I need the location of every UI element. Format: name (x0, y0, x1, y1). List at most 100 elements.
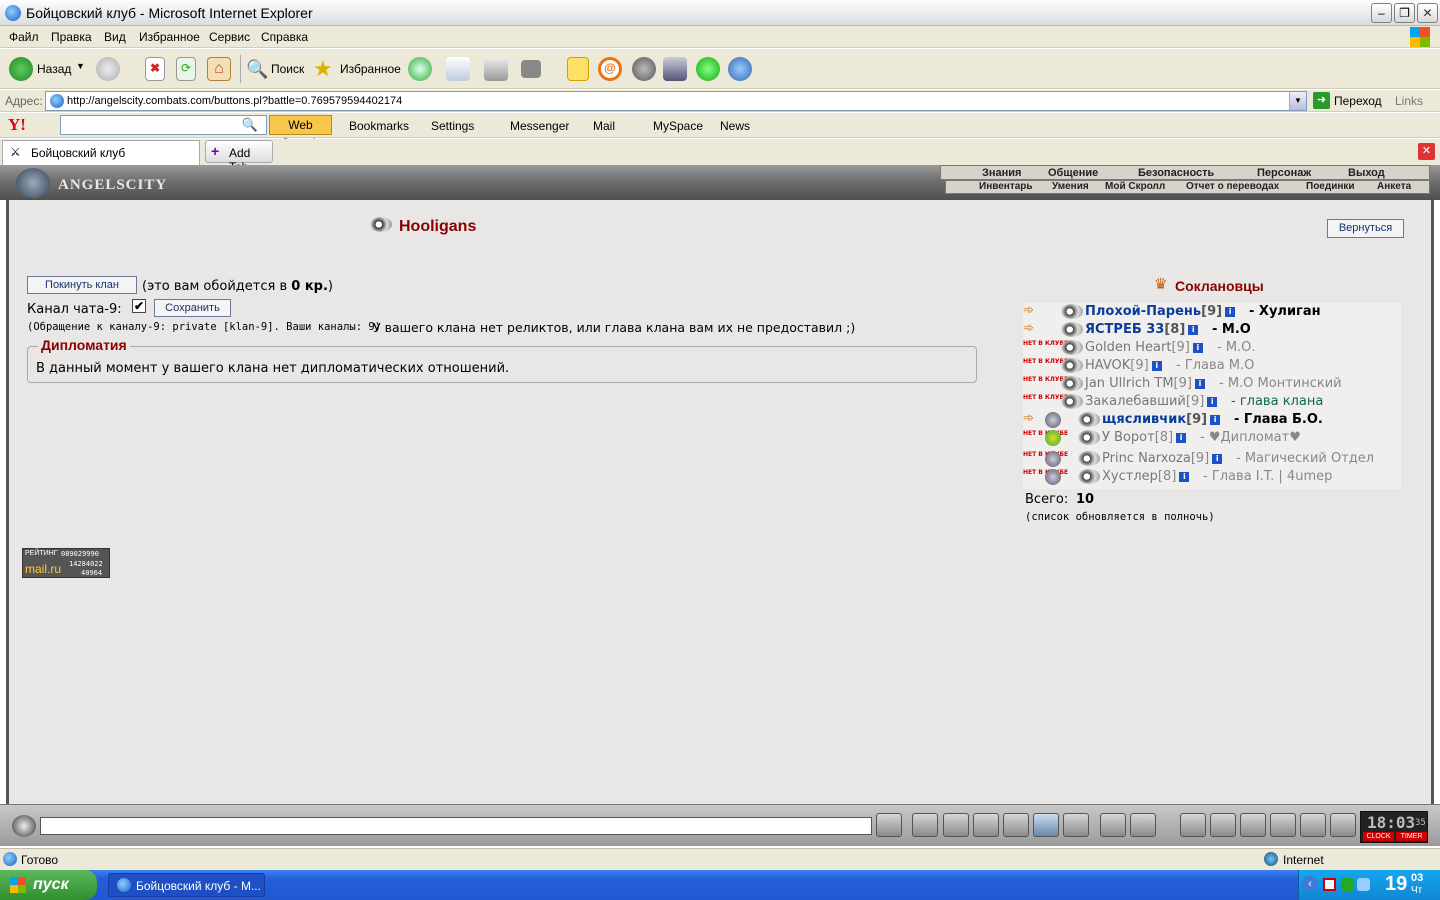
mailru-icon[interactable]: @ (598, 57, 622, 81)
links-label[interactable]: Links (1395, 94, 1423, 108)
edit-icon[interactable] (521, 60, 541, 78)
exit-icon[interactable] (1330, 813, 1356, 837)
back-dropdown-icon[interactable]: ▼ (76, 61, 85, 71)
smiley-icon[interactable] (1100, 813, 1126, 837)
menu-favorites[interactable]: Избранное (139, 30, 200, 44)
research-icon[interactable] (663, 57, 687, 81)
member-name[interactable]: Jan Ullrich TM[9] i (1085, 376, 1205, 391)
flag-icon[interactable] (1300, 813, 1326, 837)
percent-icon[interactable] (1033, 813, 1059, 837)
member-name[interactable]: У Ворот[8] i (1102, 430, 1187, 445)
timer-button[interactable]: TIMER (1396, 832, 1427, 841)
mailru-counter[interactable]: РЕЙТИНГ 089029990 mail.ru 14284022 40964 (22, 548, 110, 578)
messenger-icon[interactable] (728, 57, 752, 81)
member-name[interactable]: щясливчик[9] i (1102, 412, 1221, 427)
save-button[interactable]: Сохранить (154, 299, 231, 317)
nav-profile[interactable]: Анкета (1377, 181, 1411, 192)
info-icon[interactable]: i (1207, 397, 1218, 407)
address-input[interactable]: http://angelscity.combats.com/buttons.pl… (45, 91, 1307, 111)
add-tab-button[interactable]: + Add Tab (205, 140, 273, 174)
nav-security[interactable]: Безопасность (1138, 167, 1214, 179)
go-button[interactable]: Переход (1334, 94, 1382, 108)
messenger-button[interactable]: Messenger (510, 119, 569, 133)
bookmarks-button[interactable]: Bookmarks (349, 119, 409, 133)
chat-input[interactable] (40, 817, 872, 835)
taskbar-task-ie[interactable]: Бойцовский клуб - М... (108, 873, 265, 897)
info-icon[interactable]: i (1176, 433, 1187, 443)
mask-icon[interactable] (1240, 813, 1266, 837)
fighter-icon[interactable] (1003, 813, 1029, 837)
member-name[interactable]: HAVOK[9] i (1085, 358, 1162, 373)
nav-duels[interactable]: Поединки (1306, 181, 1355, 192)
nav-exit[interactable]: Выход (1348, 167, 1385, 179)
mail-button[interactable]: Mail (593, 119, 615, 133)
search-icon[interactable]: 🔍 (246, 57, 270, 81)
leave-clan-button[interactable]: Покинуть клан (27, 276, 137, 294)
refresh-icon[interactable]: ⟳ (176, 57, 196, 81)
back-arrow-icon[interactable] (9, 57, 33, 81)
search-button-label[interactable]: Поиск (271, 62, 304, 76)
sound-icon[interactable] (1063, 813, 1089, 837)
go-arrow-icon[interactable]: ➜ (1313, 92, 1330, 109)
magnifier-icon[interactable]: 🔍 (242, 117, 258, 133)
chat-channel-checkbox[interactable]: ✔ (132, 299, 146, 313)
nav-character[interactable]: Персонаж (1257, 167, 1311, 179)
member-name[interactable]: Закалебавший[9] i (1085, 394, 1218, 409)
address-dropdown-icon[interactable]: ▼ (1289, 92, 1306, 110)
menu-edit[interactable]: Правка (51, 30, 92, 44)
tab-active[interactable]: ⚔ Бойцовский клуб (2, 140, 200, 165)
send-icon[interactable] (876, 813, 902, 837)
tray-expand-icon[interactable]: ‹ (1302, 876, 1318, 892)
filter-icon[interactable] (943, 813, 969, 837)
yahoo-logo[interactable]: Y! (8, 115, 26, 135)
notes-icon[interactable] (567, 57, 589, 81)
nav-skills[interactable]: Умения (1052, 181, 1089, 192)
nav-my-scroll[interactable]: Мой Скролл (1105, 181, 1165, 192)
close-tab-icon[interactable]: ✕ (1418, 143, 1435, 160)
info-icon[interactable]: i (1225, 307, 1236, 317)
castle-icon[interactable] (1270, 813, 1296, 837)
member-name[interactable]: Golden Heart[9] i (1085, 340, 1203, 355)
minimize-button[interactable]: – (1371, 3, 1392, 23)
stop-icon[interactable]: ✖ (145, 57, 165, 81)
print-icon[interactable] (484, 57, 508, 81)
maximize-button[interactable]: ❐ (1394, 3, 1415, 23)
member-name[interactable]: Хустлер[8] i (1102, 469, 1190, 484)
tray-volume-icon[interactable] (1357, 878, 1370, 891)
info-icon[interactable]: i (1210, 415, 1221, 425)
info-icon[interactable]: i (1179, 472, 1190, 482)
menu-help[interactable]: Справка (261, 30, 308, 44)
favorites-star-icon[interactable]: ★ (313, 57, 337, 81)
back-return-button[interactable]: Вернуться (1327, 219, 1404, 238)
clock-button[interactable]: CLOCK (1363, 832, 1394, 841)
info-icon[interactable]: i (1188, 325, 1199, 335)
web-search-button[interactable]: Web Search (269, 115, 332, 150)
close-button[interactable]: ✕ (1417, 3, 1438, 23)
start-button[interactable]: пуск (0, 870, 97, 900)
tray-network-icon[interactable] (1341, 878, 1354, 891)
member-name[interactable]: ЯСТРЕБ 33[8] i (1085, 322, 1199, 337)
member-name[interactable]: Princ Narxoza[9] i (1102, 451, 1223, 466)
news-button[interactable]: News (720, 119, 750, 133)
eraser-icon[interactable] (912, 813, 938, 837)
menu-view[interactable]: Вид (104, 30, 126, 44)
member-name[interactable]: Плохой-Парень[9] i (1085, 304, 1236, 319)
mail-icon[interactable] (446, 57, 470, 81)
monitor-icon[interactable] (973, 813, 999, 837)
home-icon[interactable]: ⌂ (207, 57, 231, 81)
options-icon[interactable] (1130, 813, 1156, 837)
menu-file[interactable]: Файл (9, 30, 39, 44)
icq-flower-icon[interactable] (696, 57, 720, 81)
nav-communication[interactable]: Общение (1048, 167, 1098, 179)
tray-app-icon[interactable] (1323, 878, 1336, 891)
info-icon[interactable]: i (1194, 379, 1205, 389)
info-icon[interactable]: i (1151, 361, 1162, 371)
settings-button[interactable]: Settings (431, 119, 474, 133)
scroll-icon[interactable] (1210, 813, 1236, 837)
bag-icon[interactable] (1180, 813, 1206, 837)
info-icon[interactable]: i (1192, 343, 1203, 353)
info-icon[interactable]: i (1212, 454, 1223, 464)
menu-tools[interactable]: Сервис (209, 30, 250, 44)
myspace-button[interactable]: MySpace (653, 119, 703, 133)
shield-icon[interactable] (632, 57, 656, 81)
